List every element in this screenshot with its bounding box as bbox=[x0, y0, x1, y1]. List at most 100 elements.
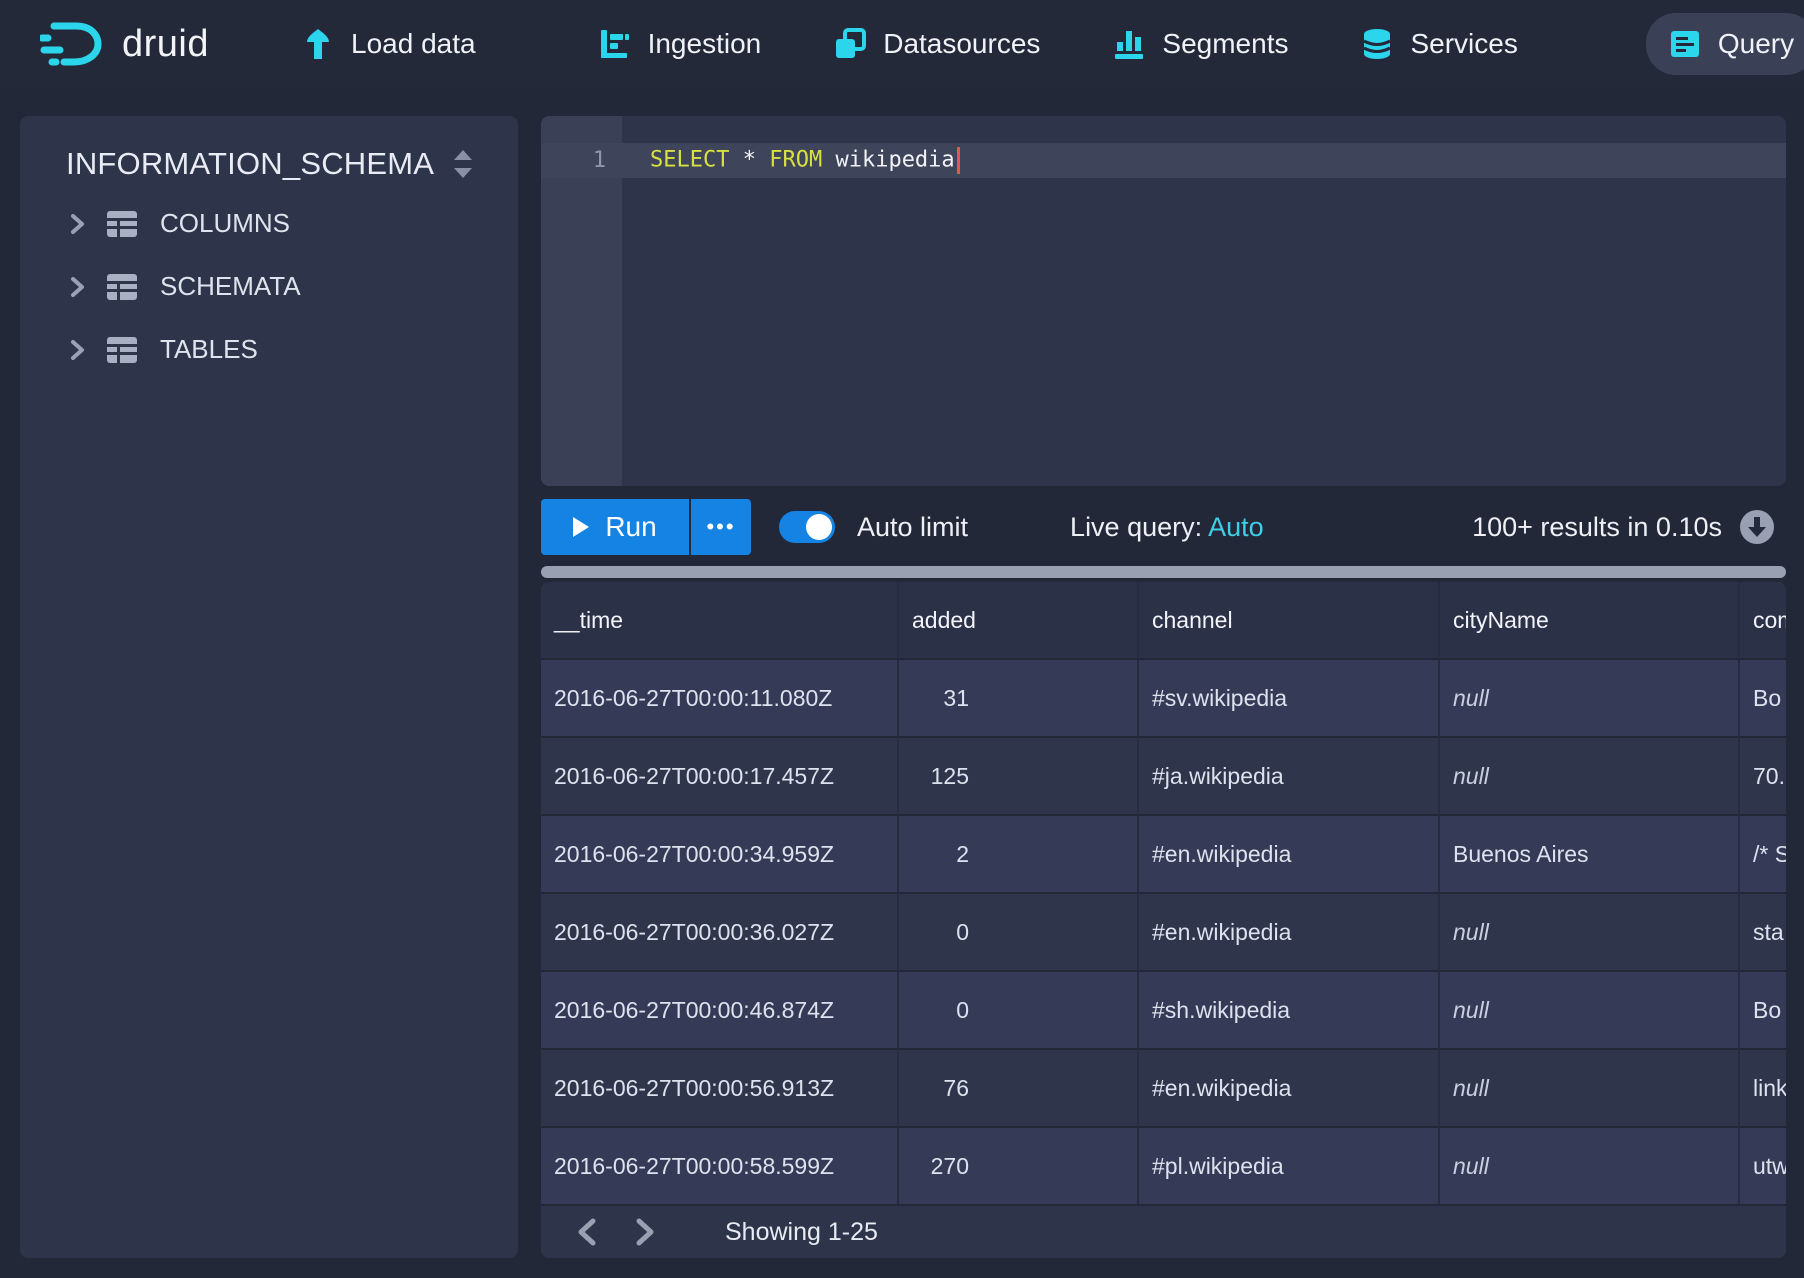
nav-item-label: Ingestion bbox=[648, 28, 762, 60]
nav-item-load-data[interactable]: Load data bbox=[279, 13, 498, 75]
auto-limit-label[interactable]: Auto limit bbox=[857, 512, 968, 543]
results-table: __time added channel cityName comment 20… bbox=[541, 582, 1786, 1258]
nav-item-query[interactable]: Query bbox=[1646, 13, 1804, 75]
cell-time[interactable]: 2016-06-27T00:00:17.457Z bbox=[541, 738, 899, 816]
cell-time[interactable]: 2016-06-27T00:00:34.959Z bbox=[541, 816, 899, 894]
cell-time[interactable]: 2016-06-27T00:00:36.027Z bbox=[541, 894, 899, 972]
ingestion-icon bbox=[598, 27, 632, 61]
download-icon bbox=[1738, 508, 1776, 546]
nav-item-ingestion[interactable]: Ingestion bbox=[576, 13, 784, 75]
cell-channel[interactable]: #sv.wikipedia bbox=[1139, 660, 1440, 738]
table-row: 2016-06-27T00:00:11.080Z 31 #sv.wikipedi… bbox=[541, 660, 1786, 738]
results-footer: Showing 1-25 bbox=[541, 1204, 1786, 1258]
table-row: 2016-06-27T00:00:58.599Z 270 #pl.wikiped… bbox=[541, 1128, 1786, 1204]
column-header-cityname[interactable]: cityName bbox=[1440, 582, 1740, 660]
cell-added[interactable]: 125 bbox=[899, 738, 1139, 816]
schema-selector[interactable]: INFORMATION_SCHEMA bbox=[20, 116, 518, 192]
sidebar-item-columns[interactable]: COLUMNS bbox=[20, 192, 518, 255]
download-button[interactable] bbox=[1738, 508, 1776, 546]
live-query: Live query: Auto bbox=[1070, 512, 1264, 543]
nav-item-label: Services bbox=[1410, 28, 1517, 60]
cell-cityname[interactable]: Buenos Aires bbox=[1440, 816, 1740, 894]
pagination-status: Showing 1-25 bbox=[725, 1218, 878, 1247]
cell-added[interactable]: 0 bbox=[899, 972, 1139, 1050]
cell-comment[interactable]: 70. bbox=[1740, 738, 1786, 816]
cell-channel[interactable]: #en.wikipedia bbox=[1139, 816, 1440, 894]
cell-channel[interactable]: #en.wikipedia bbox=[1139, 1050, 1440, 1128]
cell-added[interactable]: 0 bbox=[899, 894, 1139, 972]
text-cursor bbox=[957, 147, 960, 174]
run-button[interactable]: Run bbox=[541, 499, 689, 555]
schema-title: INFORMATION_SCHEMA bbox=[66, 146, 434, 182]
play-icon bbox=[573, 517, 589, 537]
cell-added[interactable]: 76 bbox=[899, 1050, 1139, 1128]
druid-logo-icon bbox=[40, 18, 106, 70]
cell-time[interactable]: 2016-06-27T00:00:58.599Z bbox=[541, 1128, 899, 1204]
nav-item-label: Segments bbox=[1162, 28, 1288, 60]
cell-cityname[interactable]: null bbox=[1440, 1128, 1740, 1204]
double-caret-icon bbox=[450, 147, 476, 181]
sidebar-item-schemata[interactable]: SCHEMATA bbox=[20, 255, 518, 318]
sql-editor[interactable]: 1 SELECT * FROM wikipedia bbox=[541, 116, 1786, 486]
cell-added[interactable]: 2 bbox=[899, 816, 1139, 894]
auto-limit-toggle[interactable] bbox=[779, 511, 835, 543]
cell-cityname[interactable]: null bbox=[1440, 972, 1740, 1050]
tree-item-label: COLUMNS bbox=[160, 208, 290, 239]
cell-cityname[interactable]: null bbox=[1440, 738, 1740, 816]
live-query-value[interactable]: Auto bbox=[1208, 512, 1264, 542]
line-number: 1 bbox=[541, 148, 622, 173]
cell-channel[interactable]: #en.wikipedia bbox=[1139, 894, 1440, 972]
nav-item-label: Load data bbox=[351, 28, 476, 60]
cell-comment[interactable]: /* S bbox=[1740, 816, 1786, 894]
table-row: 2016-06-27T00:00:34.959Z 2 #en.wikipedia… bbox=[541, 816, 1786, 894]
cell-comment[interactable]: utw bbox=[1740, 1128, 1786, 1204]
cell-comment[interactable]: Bo bbox=[1740, 972, 1786, 1050]
cell-channel[interactable]: #pl.wikipedia bbox=[1139, 1128, 1440, 1204]
cell-comment[interactable]: Bo bbox=[1740, 660, 1786, 738]
run-more-button[interactable]: ••• bbox=[691, 499, 751, 555]
sql-query-text[interactable]: SELECT * FROM wikipedia bbox=[650, 147, 960, 174]
column-header-added[interactable]: added bbox=[899, 582, 1139, 660]
next-page-button[interactable] bbox=[623, 1210, 667, 1254]
cell-channel[interactable]: #sh.wikipedia bbox=[1139, 972, 1440, 1050]
ellipsis-icon: ••• bbox=[706, 514, 735, 540]
cell-added[interactable]: 270 bbox=[899, 1128, 1139, 1204]
table-row: 2016-06-27T00:00:17.457Z 125 #ja.wikiped… bbox=[541, 738, 1786, 816]
chevron-right-icon bbox=[66, 213, 88, 235]
cell-cityname[interactable]: null bbox=[1440, 1050, 1740, 1128]
query-toolbar: Run ••• Auto limit Live query: Auto 100+… bbox=[541, 498, 1786, 556]
nav-item-datasources[interactable]: Datasources bbox=[811, 13, 1062, 75]
column-header-comment[interactable]: comment bbox=[1740, 582, 1786, 660]
cell-comment[interactable]: link bbox=[1740, 1050, 1786, 1128]
results-header-row: __time added channel cityName comment bbox=[541, 582, 1786, 660]
chevron-right-icon bbox=[66, 276, 88, 298]
cell-time[interactable]: 2016-06-27T00:00:46.874Z bbox=[541, 972, 899, 1050]
table-row: 2016-06-27T00:00:36.027Z 0 #en.wikipedia… bbox=[541, 894, 1786, 972]
cell-added[interactable]: 31 bbox=[899, 660, 1139, 738]
services-icon bbox=[1360, 27, 1394, 61]
cell-comment[interactable]: sta bbox=[1740, 894, 1786, 972]
cell-time[interactable]: 2016-06-27T00:00:11.080Z bbox=[541, 660, 899, 738]
tree-item-label: TABLES bbox=[160, 334, 258, 365]
column-header-time[interactable]: __time bbox=[541, 582, 899, 660]
results-summary: 100+ results in 0.10s bbox=[1472, 512, 1722, 543]
prev-page-button[interactable] bbox=[565, 1210, 609, 1254]
cell-channel[interactable]: #ja.wikipedia bbox=[1139, 738, 1440, 816]
nav-item-segments[interactable]: Segments bbox=[1090, 13, 1310, 75]
chevron-left-icon bbox=[574, 1217, 600, 1247]
cell-cityname[interactable]: null bbox=[1440, 894, 1740, 972]
horizontal-scrollbar[interactable] bbox=[541, 566, 1786, 578]
brand[interactable]: druid bbox=[40, 18, 209, 70]
sidebar-item-tables[interactable]: TABLES bbox=[20, 318, 518, 381]
table-icon bbox=[106, 210, 138, 238]
navbar: druid Load data Ingestion Datasources bbox=[0, 0, 1804, 88]
nav-item-services[interactable]: Services bbox=[1338, 13, 1539, 75]
column-header-channel[interactable]: channel bbox=[1139, 582, 1440, 660]
results-body: 2016-06-27T00:00:11.080Z 31 #sv.wikipedi… bbox=[541, 660, 1786, 1204]
cell-cityname[interactable]: null bbox=[1440, 660, 1740, 738]
schema-sidebar: INFORMATION_SCHEMA COLUMNS SCHEMATA bbox=[20, 116, 518, 1258]
query-icon bbox=[1668, 27, 1702, 61]
brand-label: druid bbox=[122, 23, 209, 66]
cell-time[interactable]: 2016-06-27T00:00:56.913Z bbox=[541, 1050, 899, 1128]
chevron-right-icon bbox=[66, 339, 88, 361]
